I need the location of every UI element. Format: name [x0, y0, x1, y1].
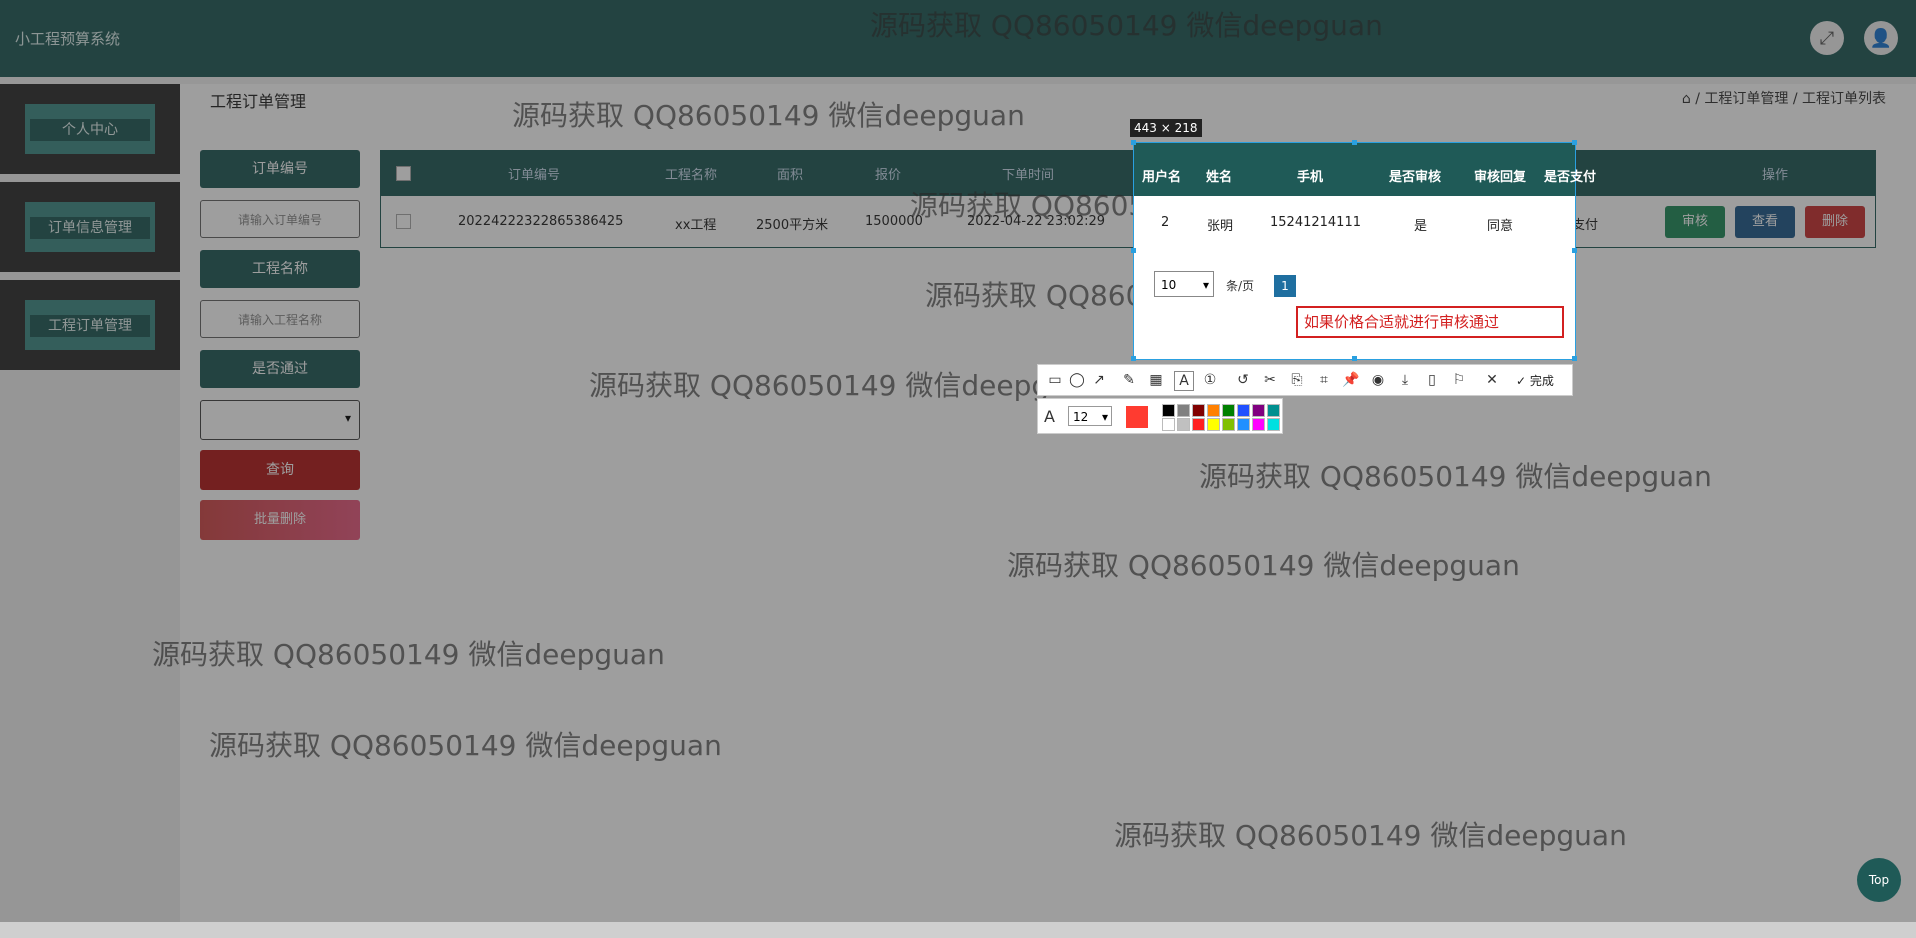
column-header[interactable]: 用户名	[1142, 166, 1181, 185]
text-annotation[interactable]: 如果价格合适就进行审核通过	[1296, 306, 1564, 338]
back-to-top-button[interactable]: Top	[1857, 858, 1901, 902]
font-size-icon: A	[1044, 407, 1055, 426]
resize-handle[interactable]	[1352, 140, 1357, 145]
page-button[interactable]: 1	[1274, 275, 1296, 297]
undo-icon[interactable]: ↺	[1234, 371, 1252, 389]
page-size-label: 条/页	[1226, 279, 1255, 293]
crop-icon[interactable]: ✂	[1261, 371, 1279, 389]
color-swatch[interactable]	[1177, 404, 1190, 417]
color-swatch[interactable]	[1237, 418, 1250, 431]
cell-name: 张明	[1207, 219, 1234, 234]
current-color-swatch[interactable]	[1126, 406, 1148, 428]
color-swatch[interactable]	[1267, 418, 1280, 431]
pin-icon[interactable]: 📌	[1342, 371, 1360, 389]
close-icon[interactable]: ✕	[1483, 371, 1501, 389]
color-swatch[interactable]	[1177, 418, 1190, 431]
resize-handle[interactable]	[1572, 356, 1577, 361]
watermark-text: 源码获取 QQ86050149 微信deepguan	[152, 638, 665, 671]
watermark-text: 源码获取 QQ86050149 微信deepguan	[209, 729, 722, 762]
column-header[interactable]: 是否支付	[1544, 166, 1596, 185]
chevron-down-icon: ▾	[1101, 410, 1108, 424]
column-header[interactable]: 手机	[1297, 166, 1323, 185]
ocr-icon[interactable]: ⌗	[1315, 371, 1333, 389]
page-size-select[interactable]: 10 ▾	[1154, 271, 1214, 297]
color-swatch[interactable]	[1207, 418, 1220, 431]
watermark-text: 源码获取 QQ86050149 微信deepguan	[1007, 549, 1520, 582]
font-size-select[interactable]: 12 ▾	[1068, 406, 1112, 426]
capture-toolbar: ▭ ◯ ↗ ✎ ▦ A ① ↺ ✂ ⎘ ⌗ 📌 ◉ ⤓ ▯ ⚐ ✕ ✓ 完成	[1037, 364, 1573, 396]
download-icon[interactable]: ⤓	[1396, 371, 1414, 389]
column-header[interactable]: 是否审核	[1389, 166, 1441, 185]
resize-handle[interactable]	[1131, 140, 1136, 145]
color-swatch[interactable]	[1222, 418, 1235, 431]
resize-handle[interactable]	[1131, 248, 1136, 253]
watermark-text: 源码获取 QQ86050149 微信deepguan	[1114, 819, 1627, 852]
capture-size-label: 443 × 218	[1130, 119, 1202, 137]
color-swatch[interactable]	[1267, 404, 1280, 417]
color-swatch[interactable]	[1222, 404, 1235, 417]
translate-icon[interactable]: ⎘	[1288, 371, 1306, 389]
check-icon: ✓	[1516, 374, 1527, 388]
chevron-down-icon: ▾	[1202, 278, 1209, 292]
color-swatch[interactable]	[1162, 404, 1175, 417]
pen-tool-icon[interactable]: ✎	[1120, 371, 1138, 389]
cell-user: 2	[1161, 215, 1170, 230]
rectangle-tool-icon[interactable]: ▭	[1046, 371, 1064, 389]
text-tool-icon[interactable]: A	[1174, 371, 1194, 391]
watermark-text: 源码获取 QQ86050149 微信deepguan	[1199, 460, 1712, 493]
ellipse-tool-icon[interactable]: ◯	[1068, 371, 1086, 389]
bookmark-icon[interactable]: ⚐	[1450, 371, 1468, 389]
color-swatch[interactable]	[1207, 404, 1220, 417]
watermark-text: 源码获取 QQ86050149 微信deepguan	[870, 9, 1383, 42]
mobile-icon[interactable]: ▯	[1423, 371, 1441, 389]
number-tool-icon[interactable]: ①	[1201, 371, 1219, 389]
color-swatch[interactable]	[1192, 418, 1205, 431]
done-button[interactable]: ✓ 完成	[1516, 372, 1554, 389]
resize-handle[interactable]	[1352, 356, 1357, 361]
watermark-text: 源码获取 QQ86050149 微信deepguan	[512, 99, 1025, 132]
color-swatch[interactable]	[1252, 404, 1265, 417]
mosaic-tool-icon[interactable]: ▦	[1147, 371, 1165, 389]
record-icon[interactable]: ◉	[1369, 371, 1387, 389]
resize-handle[interactable]	[1572, 248, 1577, 253]
color-swatch[interactable]	[1237, 404, 1250, 417]
resize-handle[interactable]	[1572, 140, 1577, 145]
horizontal-scrollbar[interactable]	[0, 922, 1916, 938]
capture-palette: A 12 ▾	[1037, 398, 1283, 434]
cell-audited: 是	[1414, 219, 1428, 234]
cell-phone: 15241214111	[1270, 215, 1361, 230]
cell-reply: 同意	[1487, 219, 1514, 234]
selection-table-header: 用户名 姓名 手机 是否审核 审核回复 是否支付	[1134, 143, 1596, 196]
arrow-tool-icon[interactable]: ↗	[1090, 371, 1108, 389]
resize-handle[interactable]	[1131, 356, 1136, 361]
watermark-text: 源码获取 QQ86050149 微信deepguan	[589, 369, 1102, 402]
column-header[interactable]: 姓名	[1206, 166, 1232, 185]
color-swatch[interactable]	[1192, 404, 1205, 417]
color-swatch[interactable]	[1162, 418, 1175, 431]
column-header: 审核回复	[1474, 170, 1527, 185]
color-swatch[interactable]	[1252, 418, 1265, 431]
